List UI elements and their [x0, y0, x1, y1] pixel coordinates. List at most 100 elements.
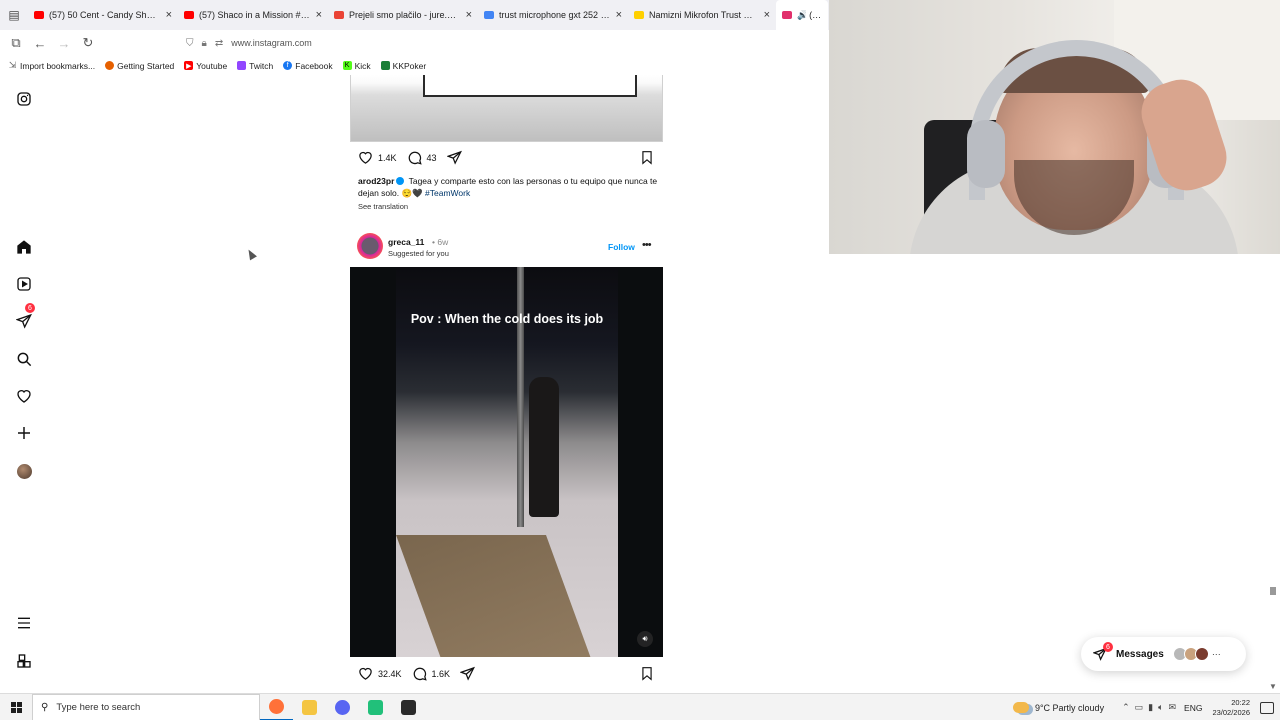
- bookmark-kkpoker[interactable]: KKPoker: [380, 60, 427, 71]
- notifications-icon[interactable]: [1260, 701, 1274, 714]
- apps-icon[interactable]: [12, 649, 36, 673]
- save-bookmark-icon[interactable]: [640, 150, 654, 165]
- notification-badge: 6: [25, 303, 35, 313]
- shop-icon: [634, 11, 644, 19]
- tab-list-icon[interactable]: ▤: [0, 0, 28, 30]
- heart-icon: [359, 667, 372, 680]
- more-options-icon[interactable]: •••: [642, 239, 652, 251]
- forward-icon[interactable]: →: [52, 31, 76, 55]
- create-plus-icon[interactable]: [12, 421, 36, 445]
- browser-tab-active[interactable]: 🔊 (6) I: [776, 0, 828, 30]
- reload-icon[interactable]: ↻: [76, 31, 100, 55]
- app-taskbar-button[interactable]: [359, 694, 392, 720]
- like-button[interactable]: 32.4K: [358, 666, 402, 681]
- share-icon: [460, 666, 476, 681]
- mute-toggle-icon[interactable]: 🔊︎: [637, 631, 653, 647]
- share-icon: [446, 150, 462, 165]
- firefox-icon: [105, 61, 115, 70]
- like-button[interactable]: 1.4K: [358, 150, 397, 165]
- messages-badge: 6: [1103, 642, 1113, 652]
- comment-count: 1.6K: [431, 668, 451, 679]
- epic-games-taskbar-button[interactable]: [392, 694, 425, 720]
- permissions-icon: ⇄: [214, 37, 224, 49]
- start-button[interactable]: [0, 694, 32, 720]
- browser-tab[interactable]: (57) Shaco in a Mission #league ×: [178, 0, 328, 30]
- direct-messages-icon[interactable]: 6: [12, 303, 36, 333]
- facebook-icon: f: [283, 61, 293, 70]
- browser-tab[interactable]: Prejeli smo plačilo - jure.model ×: [328, 0, 478, 30]
- avatar: [1194, 647, 1209, 661]
- system-tray: 9°C Partly cloudy ⌃ ▭ ▮ 🔈︎ ✉ ENG 20:22 2…: [1012, 694, 1280, 720]
- share-button[interactable]: [446, 150, 467, 165]
- browser-tab[interactable]: trust microphone gxt 252 - emi ×: [478, 0, 628, 30]
- bookmark-getting-started[interactable]: Getting Started: [105, 61, 174, 71]
- file-explorer-taskbar-button[interactable]: [293, 694, 326, 720]
- bookmark-twitch[interactable]: Twitch: [237, 61, 273, 71]
- scroll-down-icon[interactable]: ▼: [1269, 682, 1277, 691]
- clock[interactable]: 20:22 23/02/2026: [1212, 698, 1250, 718]
- language-indicator[interactable]: ENG: [1184, 703, 1202, 713]
- taskbar-search[interactable]: ⚲ Type here to search: [32, 693, 260, 720]
- partly-cloudy-icon: [1012, 702, 1029, 713]
- search-placeholder: Type here to search: [56, 701, 141, 713]
- headphone-cup: [967, 120, 1005, 188]
- firefox-icon: [269, 698, 284, 714]
- instagram-logo-icon[interactable]: [12, 87, 36, 111]
- heart-icon: [359, 151, 372, 164]
- see-translation-link[interactable]: See translation: [358, 202, 408, 211]
- more-icon: ···: [1211, 649, 1221, 659]
- follow-button[interactable]: Follow: [608, 242, 635, 252]
- browser-nav-bar: ⧉ ← → ↻ ⛉ 🔒︎ ⇄ www.instagram.com: [0, 30, 830, 56]
- close-icon[interactable]: ×: [616, 9, 622, 21]
- weather-widget[interactable]: 9°C Partly cloudy: [1012, 702, 1104, 713]
- comment-button[interactable]: 1.6K: [412, 666, 451, 681]
- post-video[interactable]: Pov : When the cold does its job 🔊︎: [350, 267, 663, 657]
- close-icon[interactable]: ×: [166, 9, 172, 21]
- caption-username[interactable]: arod23pr: [358, 176, 394, 186]
- firefox-taskbar-button[interactable]: [260, 694, 293, 720]
- post-image[interactable]: [350, 75, 663, 142]
- clock-date: 23/02/2026: [1212, 707, 1250, 717]
- home-icon[interactable]: [12, 235, 36, 259]
- comment-button[interactable]: 43: [407, 150, 437, 165]
- tab-label: trust microphone gxt 252 - emi: [499, 10, 610, 20]
- bookmarks-bar: ⇲ Import bookmarks... Getting Started ▶ Yo…: [0, 56, 830, 75]
- profile-avatar[interactable]: [12, 459, 36, 483]
- back-icon[interactable]: ←: [28, 31, 52, 55]
- hashtag-link[interactable]: #TeamWork: [425, 188, 470, 198]
- epic-games-icon: [401, 699, 416, 715]
- bookmark-youtube[interactable]: ▶ Youtube: [184, 61, 227, 71]
- browser-tab-bar: ▤ (57) 50 Cent - Candy Shop (Offi × (57)…: [0, 0, 830, 30]
- bookmark-label: KKPoker: [392, 60, 427, 71]
- lamp-pole: [517, 267, 524, 527]
- sidebar-toggle-icon[interactable]: ⧉: [4, 31, 28, 55]
- bookmark-facebook[interactable]: f Facebook: [283, 60, 333, 71]
- bookmark-kick[interactable]: K Kick: [342, 61, 371, 71]
- close-icon[interactable]: ×: [764, 9, 770, 21]
- avatar[interactable]: [357, 233, 383, 259]
- share-button[interactable]: [460, 666, 480, 681]
- scrollbar-thumb[interactable]: [1270, 587, 1276, 595]
- comment-icon: [408, 151, 422, 165]
- browser-tab[interactable]: (57) 50 Cent - Candy Shop (Offi ×: [28, 0, 178, 30]
- save-bookmark-icon[interactable]: [640, 666, 654, 681]
- address-bar[interactable]: ⛉ 🔒︎ ⇄ www.instagram.com: [186, 32, 826, 54]
- reels-icon[interactable]: [12, 272, 36, 296]
- webcam-overlay: [829, 0, 1280, 254]
- bookmark-label: Facebook: [295, 60, 333, 71]
- search-icon[interactable]: [12, 347, 36, 371]
- browser-tab[interactable]: Namizni Mikrofon Trust Gxt 252 ×: [628, 0, 776, 30]
- messages-button[interactable]: 6 Messages ···: [1081, 637, 1246, 671]
- chat-taskbar-button[interactable]: [326, 694, 359, 720]
- youtube-icon: [34, 11, 44, 19]
- windows-taskbar: ⚲ Type here to search 9°C Partly cloudy …: [0, 693, 1280, 720]
- bookmark-import[interactable]: ⇲ Import bookmarks...: [8, 60, 95, 71]
- tray-icons[interactable]: ⌃ ▭ ▮ 🔈︎ ✉: [1122, 702, 1176, 713]
- menu-icon[interactable]: [12, 611, 36, 635]
- messages-icon: 6: [1092, 642, 1113, 661]
- twitch-icon: [237, 61, 247, 70]
- heart-icon[interactable]: [12, 384, 36, 408]
- close-icon[interactable]: ×: [316, 9, 322, 21]
- post-username[interactable]: greca_11: [388, 237, 424, 247]
- close-icon[interactable]: ×: [466, 9, 472, 21]
